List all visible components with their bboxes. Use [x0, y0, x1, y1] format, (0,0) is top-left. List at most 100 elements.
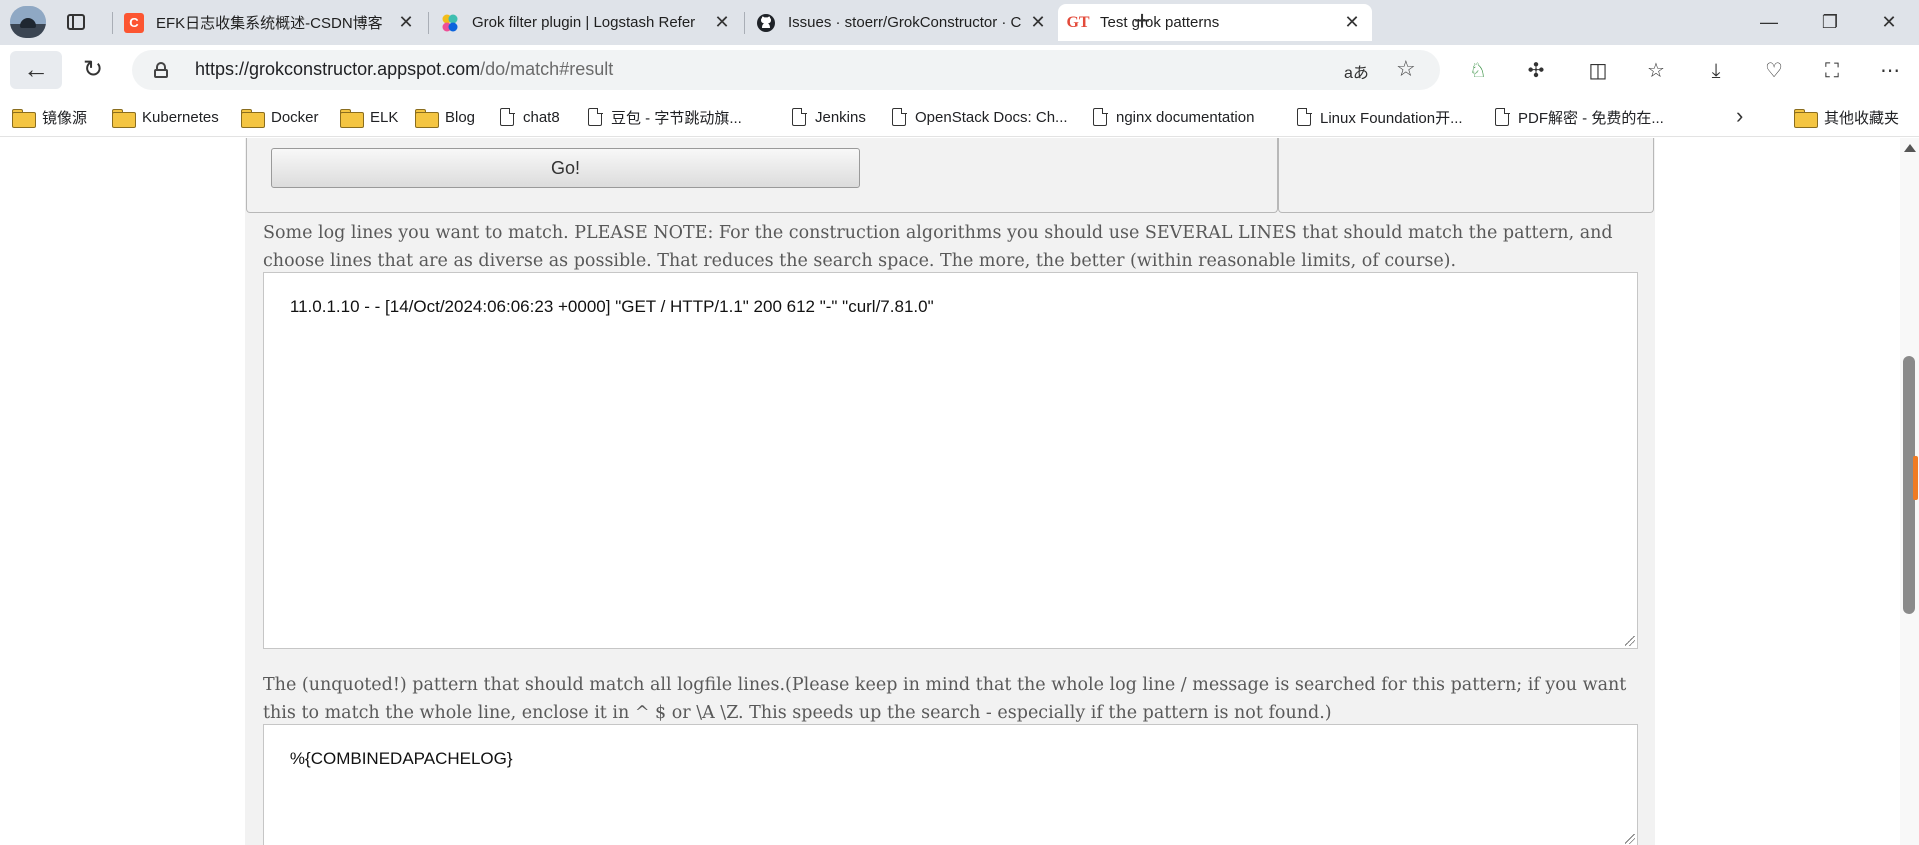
bookmark-label: 豆包 - 字节跳动旗... [611, 109, 742, 127]
close-window-button[interactable]: ✕ [1869, 8, 1909, 36]
close-icon[interactable]: ✕ [396, 12, 416, 32]
pattern-value: %{COMBINEDAPACHELOG} [289, 749, 513, 768]
page-icon [1093, 107, 1108, 126]
bookmark-label: Docker [271, 108, 319, 126]
pattern-textarea[interactable]: %{COMBINEDAPACHELOG} [263, 724, 1638, 845]
tab-actions-icon[interactable] [64, 10, 88, 34]
page-icon [588, 107, 603, 126]
split-screen-icon[interactable]: ◫ [1584, 57, 1612, 85]
tab-grok-filter[interactable]: Grok filter plugin | Logstash Refer ✕ [430, 4, 742, 41]
back-button[interactable]: ← [10, 51, 62, 89]
read-aloud-icon[interactable]: aあ [1344, 59, 1369, 83]
bookmark-folder[interactable]: Docker [241, 106, 319, 128]
bookmark-label: 其他收藏夹 [1824, 109, 1900, 127]
tab-separator [744, 12, 745, 34]
close-icon[interactable]: ✕ [712, 12, 732, 32]
elastic-icon [440, 13, 460, 33]
favorites-icon[interactable]: ☆ [1642, 57, 1670, 85]
page-icon [792, 107, 807, 126]
bookmark-label: chat8 [523, 108, 560, 126]
page-icon [500, 107, 515, 126]
bookmark-link[interactable]: 豆包 - 字节跳动旗... [588, 106, 742, 128]
bookmark-label: 镜像源 [42, 109, 88, 127]
loglines-description: Some log lines you want to match. PLEASE… [263, 223, 1613, 271]
reload-button[interactable]: ↻ [78, 55, 108, 85]
url-host: https://grokconstructor.appspot.com [195, 59, 481, 79]
loglines-textarea[interactable]: 11.0.1.10 - - [14/Oct/2024:06:06:23 +000… [263, 272, 1638, 649]
downloads-icon[interactable]: ⤓ [1702, 57, 1730, 85]
folder-icon [415, 108, 439, 128]
bookmark-folder[interactable]: Kubernetes [112, 106, 219, 128]
close-icon[interactable]: ✕ [1342, 12, 1362, 32]
tab-strip: C EFK日志收集系统概述-CSDN博客 ✕ Grok filter plugi… [0, 0, 1919, 45]
browser-essentials-icon[interactable]: ♡ [1760, 57, 1788, 85]
bookmarks-bar: 镜像源 Kubernetes Docker ELK Blog chat8 豆包 … [0, 97, 1919, 137]
bookmark-folder[interactable]: 镜像源 [12, 106, 87, 128]
bookmark-link[interactable]: chat8 [500, 106, 560, 128]
vertical-scrollbar[interactable] [1900, 138, 1919, 845]
tab-title: EFK日志收集系统概述-CSDN博客 [156, 15, 383, 32]
page-icon [1495, 107, 1510, 126]
bookmark-folder[interactable]: ELK [340, 106, 398, 128]
bookmark-link[interactable]: nginx documentation [1093, 106, 1254, 128]
folder-icon [1794, 108, 1818, 128]
arrow-left-icon: ← [23, 54, 49, 84]
grokconstructor-icon: GT [1066, 13, 1090, 31]
csdn-icon: C [124, 12, 144, 33]
resize-handle-icon[interactable] [1625, 636, 1635, 646]
new-tab-button[interactable]: + [1128, 7, 1156, 36]
lock-icon[interactable] [154, 62, 168, 78]
page-viewport: Go! Some log lines you want to match. PL… [0, 138, 1900, 845]
restore-button[interactable]: ❐ [1810, 8, 1850, 36]
resize-handle-icon[interactable] [1625, 834, 1635, 844]
go-button[interactable]: Go! [271, 148, 860, 188]
tab-github-issues[interactable]: Issues · stoerr/GrokConstructor · C ✕ [746, 4, 1058, 41]
profile-avatar[interactable] [10, 6, 46, 38]
other-favorites-folder[interactable]: 其他收藏夹 [1794, 106, 1899, 128]
bookmark-label: Linux Foundation开... [1320, 109, 1463, 127]
folder-icon [340, 108, 364, 128]
bookmark-link[interactable]: PDF解密 - 免费的在... [1495, 106, 1664, 128]
close-icon[interactable]: ✕ [1028, 12, 1048, 32]
bookmark-label: Blog [445, 108, 476, 126]
url-path: /do/match#result [480, 59, 614, 79]
extension-icon[interactable]: ♘ [1464, 57, 1492, 85]
form-panel-right [1278, 138, 1654, 213]
bookmark-label: ELK [370, 108, 399, 126]
page-icon [1297, 107, 1312, 126]
address-bar[interactable]: https://grokconstructor.appspot.com/do/m… [132, 50, 1440, 90]
tab-title: Grok filter plugin | Logstash Refer [472, 14, 696, 31]
pattern-description: The (unquoted!) pattern that should matc… [263, 675, 1627, 723]
bookmark-label: nginx documentation [1116, 108, 1255, 126]
page-icon [892, 107, 907, 126]
bookmark-link[interactable]: Linux Foundation开... [1297, 106, 1463, 128]
extensions-puzzle-icon[interactable]: ✣ [1522, 57, 1550, 85]
browser-toolbar: ← ↻ https://grokconstructor.appspot.com/… [0, 45, 1919, 97]
chevron-right-icon[interactable]: › [1736, 103, 1743, 129]
loglines-value: 11.0.1.10 - - [14/Oct/2024:06:06:23 +000… [289, 297, 934, 316]
tab-efk[interactable]: C EFK日志收集系统概述-CSDN博客 ✕ [114, 4, 426, 41]
url-text[interactable]: https://grokconstructor.appspot.com/do/m… [195, 59, 613, 80]
minimize-button[interactable]: — [1749, 8, 1789, 36]
tab-separator [428, 12, 429, 34]
reload-icon: ↻ [82, 56, 104, 83]
bookmark-link[interactable]: OpenStack Docs: Ch... [892, 106, 1068, 128]
bookmark-label: OpenStack Docs: Ch... [915, 108, 1068, 126]
screenshot-icon[interactable]: ⛶ [1818, 57, 1846, 85]
folder-icon [12, 108, 36, 128]
bookmark-link[interactable]: Jenkins [792, 106, 866, 128]
github-icon [756, 13, 776, 33]
bookmark-label: PDF解密 - 免费的在... [1518, 109, 1664, 127]
find-result-marker [1913, 456, 1918, 500]
bookmark-folder[interactable]: Blog [415, 106, 475, 128]
folder-icon [112, 108, 136, 128]
tab-test-grok-patterns[interactable]: GT Test grok patterns ✕ [1058, 4, 1372, 41]
tab-separator [112, 12, 113, 34]
avatar-figure [20, 18, 36, 28]
tab-title: Issues · stoerr/GrokConstructor · C [788, 14, 1022, 31]
more-menu-icon[interactable]: ⋯ [1876, 57, 1904, 85]
favorite-star-icon[interactable]: ☆ [1396, 56, 1416, 82]
scroll-up-arrow-icon[interactable] [1904, 144, 1916, 152]
folder-icon [241, 108, 265, 128]
bookmark-label: Kubernetes [142, 108, 219, 126]
